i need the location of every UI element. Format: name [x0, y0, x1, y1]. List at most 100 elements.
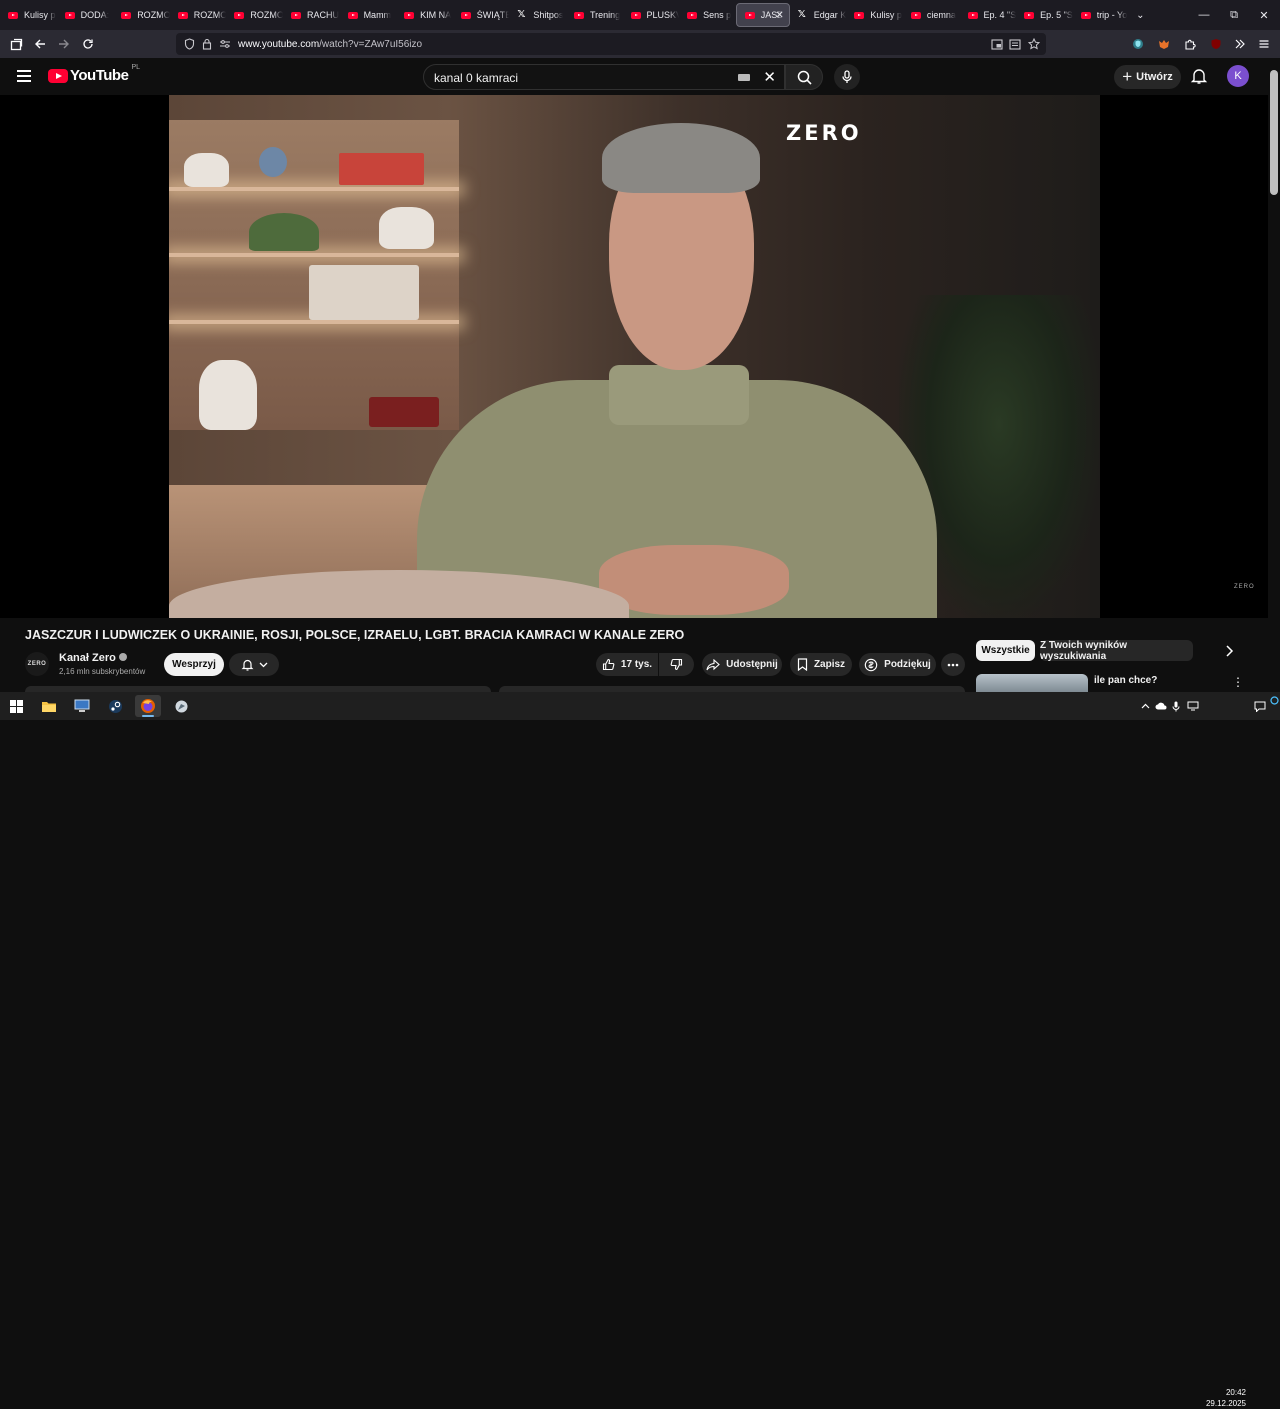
chevron-right-icon[interactable] — [1220, 641, 1238, 661]
browser-tab[interactable]: ROZMO — [226, 3, 283, 27]
reload-button[interactable] — [76, 30, 100, 58]
app-rocket-icon[interactable] — [168, 695, 194, 717]
permissions-icon[interactable] — [218, 37, 232, 51]
file-explorer-icon[interactable] — [36, 695, 62, 717]
chip-all[interactable]: Wszystkie — [976, 640, 1035, 661]
video-player[interactable]: ZERO ZERO — [0, 95, 1268, 618]
forward-button[interactable] — [52, 30, 76, 58]
browser-tab[interactable]: ROZMO — [170, 3, 227, 27]
browser-tab[interactable]: 𝕏 Edgar K — [790, 3, 847, 27]
bell-icon — [241, 659, 253, 671]
more-actions-button[interactable] — [941, 653, 965, 676]
reader-view-icon[interactable] — [1008, 37, 1022, 51]
search-button[interactable] — [785, 64, 823, 90]
onedrive-icon[interactable] — [1154, 692, 1168, 720]
youtube-icon — [744, 11, 755, 19]
browser-tab[interactable]: trip - Yo — [1073, 3, 1130, 27]
browser-tab[interactable]: Kulisy p — [0, 3, 57, 27]
like-button[interactable]: 17 tys. — [596, 653, 658, 676]
channel-avatar[interactable]: ZERO — [25, 652, 49, 676]
picture-in-picture-icon[interactable] — [990, 37, 1004, 51]
close-tab-icon[interactable]: ✕ — [775, 10, 783, 21]
tab-label: ROZMO — [193, 10, 227, 20]
notifications-bell-icon[interactable] — [1190, 67, 1208, 85]
scrollbar-thumb[interactable] — [1270, 70, 1278, 195]
back-button[interactable] — [28, 30, 52, 58]
framed-pictures — [309, 265, 419, 320]
browser-tab[interactable]: Mamm — [340, 3, 397, 27]
guide-menu-button[interactable] — [14, 66, 34, 86]
windows-start-icon[interactable] — [3, 695, 29, 717]
browser-tab[interactable]: RACHU — [283, 3, 340, 27]
super-thanks-icon — [864, 658, 878, 671]
extensions-puzzle-icon[interactable] — [1178, 30, 1202, 58]
browser-tab[interactable]: Kulisy p — [846, 3, 903, 27]
tab-groups-icon[interactable] — [4, 30, 28, 58]
microphone-tray-icon[interactable] — [1170, 692, 1182, 720]
create-button[interactable]: + Utwórz — [1114, 65, 1181, 89]
address-bar[interactable]: www.youtube.com/watch?v=ZAw7uI56izo — [176, 33, 1046, 55]
browser-tab[interactable]: KIM NA — [396, 3, 453, 27]
remote-desktop-icon[interactable] — [69, 695, 95, 717]
tab-label: ŚWIĄTE — [476, 10, 510, 20]
minimize-button[interactable]: — — [1188, 0, 1220, 30]
voice-search-button[interactable] — [834, 64, 860, 90]
microphone-icon — [842, 70, 852, 83]
page-scrollbar[interactable] — [1268, 58, 1280, 692]
bookmark-star-icon[interactable] — [1027, 37, 1041, 51]
share-button[interactable]: Udostępnij — [702, 653, 782, 676]
tab-label: RACHU — [306, 10, 339, 20]
lock-icon[interactable] — [200, 37, 214, 51]
browser-tab[interactable]: Ep. 5 "S — [1016, 3, 1073, 27]
ublock-extension-icon[interactable] — [1204, 30, 1228, 58]
support-button[interactable]: Wesprzyj — [164, 653, 224, 676]
channel-name[interactable]: Kanał Zero — [59, 652, 127, 664]
hamburger-menu-icon[interactable] — [1252, 30, 1276, 58]
browser-tab[interactable]: Ep. 4 "S — [960, 3, 1016, 27]
subscription-notifications-button[interactable] — [229, 653, 279, 676]
list-all-tabs-button[interactable]: ⌄ — [1129, 3, 1151, 27]
browser-tab[interactable]: DODA: — [57, 3, 114, 27]
logo-wordmark: YouTube — [70, 67, 129, 84]
restore-button[interactable]: ⧉ — [1218, 0, 1250, 30]
recommendation-thumbnail[interactable] — [976, 674, 1088, 692]
dislike-button[interactable] — [659, 653, 694, 676]
chip-from-search[interactable]: Z Twoich wyników wyszukiwania — [1040, 640, 1193, 662]
close-window-button[interactable]: ✕ — [1248, 0, 1280, 30]
clear-search-icon[interactable]: ✕ — [763, 68, 776, 86]
recommendation-menu-icon[interactable]: ⋮ — [1232, 674, 1244, 690]
save-button[interactable]: Zapisz — [790, 653, 852, 676]
thanks-button[interactable]: Podziękuj — [859, 653, 936, 676]
sculpture — [379, 207, 434, 249]
browser-tab[interactable]: Trening — [566, 3, 623, 27]
overflow-chevron-icon[interactable] — [1228, 30, 1252, 58]
tray-chevron-icon[interactable] — [1138, 692, 1152, 720]
firefox-taskbar-icon[interactable] — [135, 695, 161, 717]
network-icon[interactable] — [1186, 692, 1200, 720]
search-query-text: kanal 0 kamraci — [434, 71, 519, 85]
browser-tab[interactable]: ciemna — [903, 3, 960, 27]
thumbs-up-icon — [602, 658, 615, 671]
notifications-center-icon[interactable] — [1252, 692, 1268, 720]
shield-icon[interactable] — [182, 37, 196, 51]
steam-icon[interactable] — [102, 695, 128, 717]
plant — [249, 213, 319, 251]
fox-extension-icon[interactable] — [1152, 30, 1176, 58]
tab-label: DODA: — [80, 10, 110, 20]
tab-active[interactable]: JASZ ✕ — [735, 3, 790, 27]
browser-tab[interactable]: 𝕏 Shitpos — [509, 3, 566, 27]
recommendation-title[interactable]: ile pan chce? — [1094, 675, 1157, 686]
browser-tab[interactable]: ROZMO — [113, 3, 170, 27]
video-frame[interactable] — [169, 95, 1100, 618]
search-input[interactable]: kanal 0 kamraci ✕ — [423, 64, 785, 90]
url-text[interactable]: www.youtube.com/watch?v=ZAw7uI56izo — [238, 39, 422, 50]
browser-tab[interactable]: Sens p — [679, 3, 736, 27]
youtube-logo[interactable]: YouTube PL — [48, 64, 140, 84]
shield-extension-icon[interactable] — [1126, 30, 1150, 58]
taskbar-clock[interactable]: 20:42 29.12.2025 — [1198, 1387, 1246, 1409]
browser-tab[interactable]: ŚWIĄTE — [453, 3, 510, 27]
keyboard-icon[interactable] — [738, 74, 750, 81]
browser-tab[interactable]: PLUSKV — [623, 3, 679, 27]
youtube-icon — [347, 11, 358, 19]
account-avatar[interactable]: K — [1227, 65, 1249, 87]
